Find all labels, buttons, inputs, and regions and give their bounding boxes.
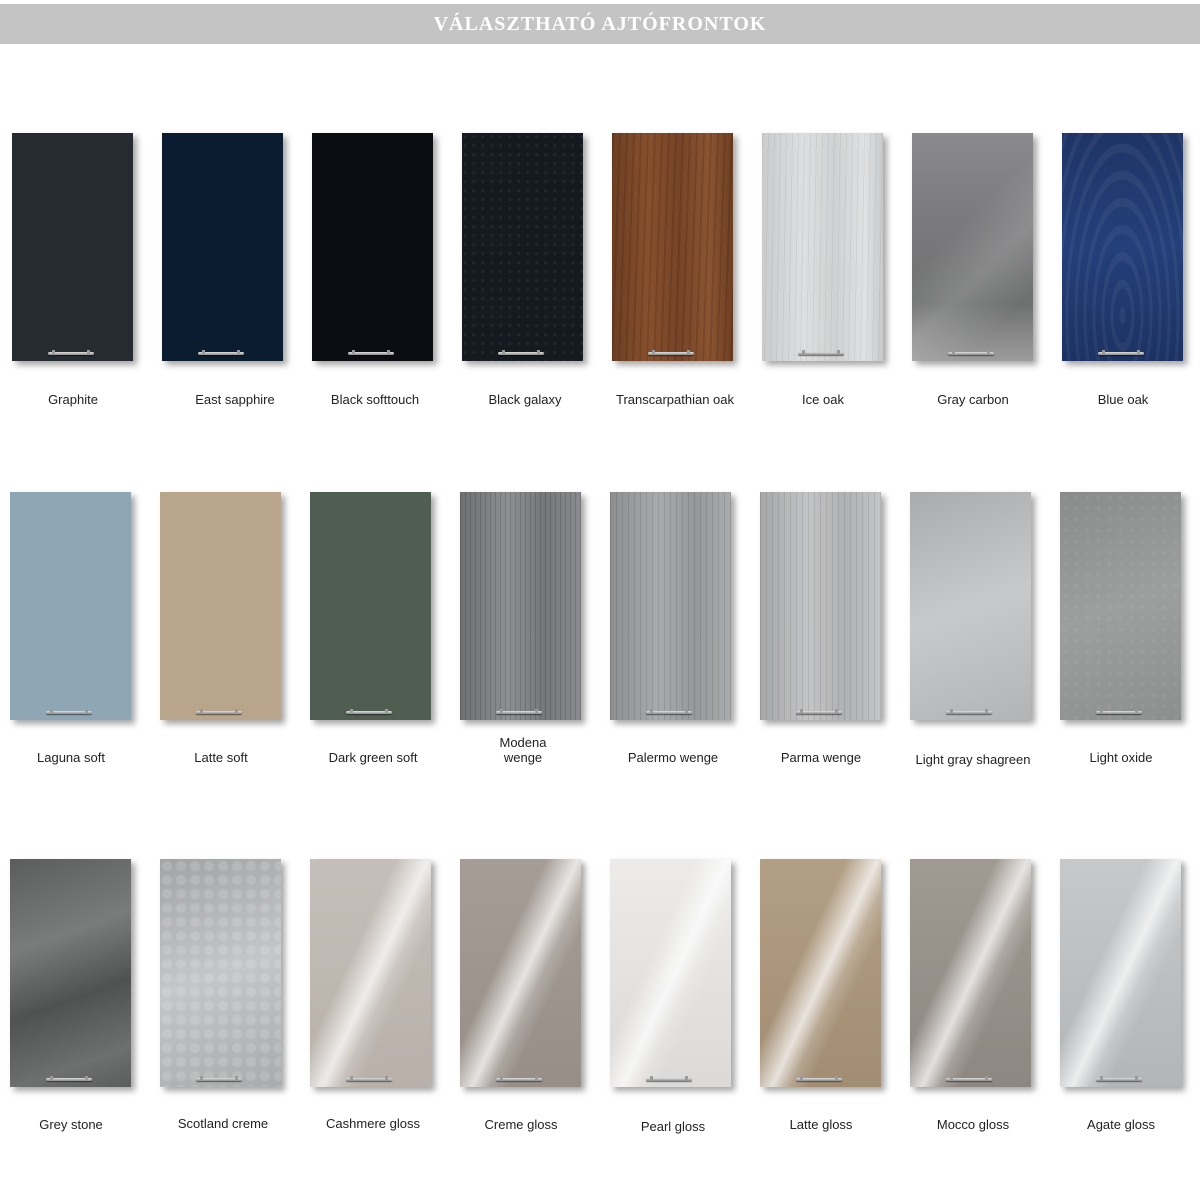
door-front-panel [10, 492, 131, 720]
handle-icon [346, 709, 392, 714]
door-front-panel [1062, 133, 1183, 361]
swatch-label: Cashmere gloss [326, 1116, 420, 1131]
handle-icon [196, 709, 242, 714]
handle-icon [1096, 709, 1142, 714]
door-front-panel [310, 492, 431, 720]
swatch-label: Gray carbon [937, 392, 1009, 407]
swatch-label: Transcarpathian oak [615, 392, 735, 407]
door-front-panel [760, 492, 881, 720]
handle-icon [496, 1076, 542, 1081]
door-front-panel [610, 492, 731, 720]
swatch-label: Latte soft [194, 750, 248, 765]
handle-icon [46, 709, 92, 714]
swatch-label: Graphite [48, 392, 98, 407]
swatch-label: Modena wenge [499, 735, 547, 765]
door-front-panel [612, 133, 733, 361]
swatch-label: Parma wenge [780, 750, 862, 765]
handle-icon [648, 350, 694, 355]
handle-icon [646, 1076, 692, 1081]
swatch-label: Latte gloss [789, 1117, 853, 1132]
handle-icon [48, 350, 94, 355]
door-front-panel [910, 492, 1031, 720]
swatch-label: Blue oak [1097, 392, 1149, 407]
handle-icon [46, 1076, 92, 1081]
handle-icon [496, 709, 542, 714]
page-title: VÁLASZTHATÓ AJTÓFRONTOK [433, 12, 767, 35]
swatch-label: Pearl gloss [640, 1119, 706, 1134]
swatch-label: Dark green soft [328, 750, 418, 765]
handle-icon [798, 350, 844, 355]
handle-icon [796, 1076, 842, 1081]
door-front-panel [10, 859, 131, 1087]
swatch-label: Creme gloss [484, 1117, 558, 1132]
handle-icon [1098, 350, 1144, 355]
door-front-panel [460, 859, 581, 1087]
door-front-panel [760, 859, 881, 1087]
swatch-label: Black galaxy [488, 392, 562, 407]
swatch-label: Light gray shagreen [915, 752, 1031, 767]
handle-icon [948, 350, 994, 355]
handle-icon [198, 350, 244, 355]
swatch-label: Scotland creme [177, 1116, 269, 1131]
handle-icon [946, 1076, 992, 1081]
handle-icon [796, 709, 842, 714]
swatch-label: Mocco gloss [936, 1117, 1010, 1132]
door-front-panel [160, 859, 281, 1087]
door-front-panel [762, 133, 883, 361]
door-front-panel [12, 133, 133, 361]
door-front-panel [460, 492, 581, 720]
swatch-label: Black softtouch [330, 392, 420, 407]
swatch-label: Palermo wenge [627, 750, 719, 765]
handle-icon [498, 350, 544, 355]
handle-icon [946, 709, 992, 714]
door-front-panel [162, 133, 283, 361]
swatch-label: Laguna soft [37, 750, 105, 765]
swatch-label: Light oxide [1089, 750, 1153, 765]
door-front-panel [610, 859, 731, 1087]
door-front-panel [462, 133, 583, 361]
door-front-panel [1060, 492, 1181, 720]
swatch-label: Agate gloss [1087, 1117, 1155, 1132]
header-bar: VÁLASZTHATÓ AJTÓFRONTOK [0, 4, 1200, 44]
handle-icon [348, 350, 394, 355]
swatch-label: Ice oak [802, 392, 844, 407]
handle-icon [646, 709, 692, 714]
swatch-label: Grey stone [39, 1117, 103, 1132]
door-front-panel [310, 859, 431, 1087]
handle-icon [196, 1076, 242, 1081]
door-front-panel [910, 859, 1031, 1087]
door-front-panel [312, 133, 433, 361]
swatch-label: East sapphire [195, 392, 275, 407]
handle-icon [1096, 1076, 1142, 1081]
door-front-panel [160, 492, 281, 720]
handle-icon [346, 1076, 392, 1081]
door-front-panel [1060, 859, 1181, 1087]
door-front-panel [912, 133, 1033, 361]
